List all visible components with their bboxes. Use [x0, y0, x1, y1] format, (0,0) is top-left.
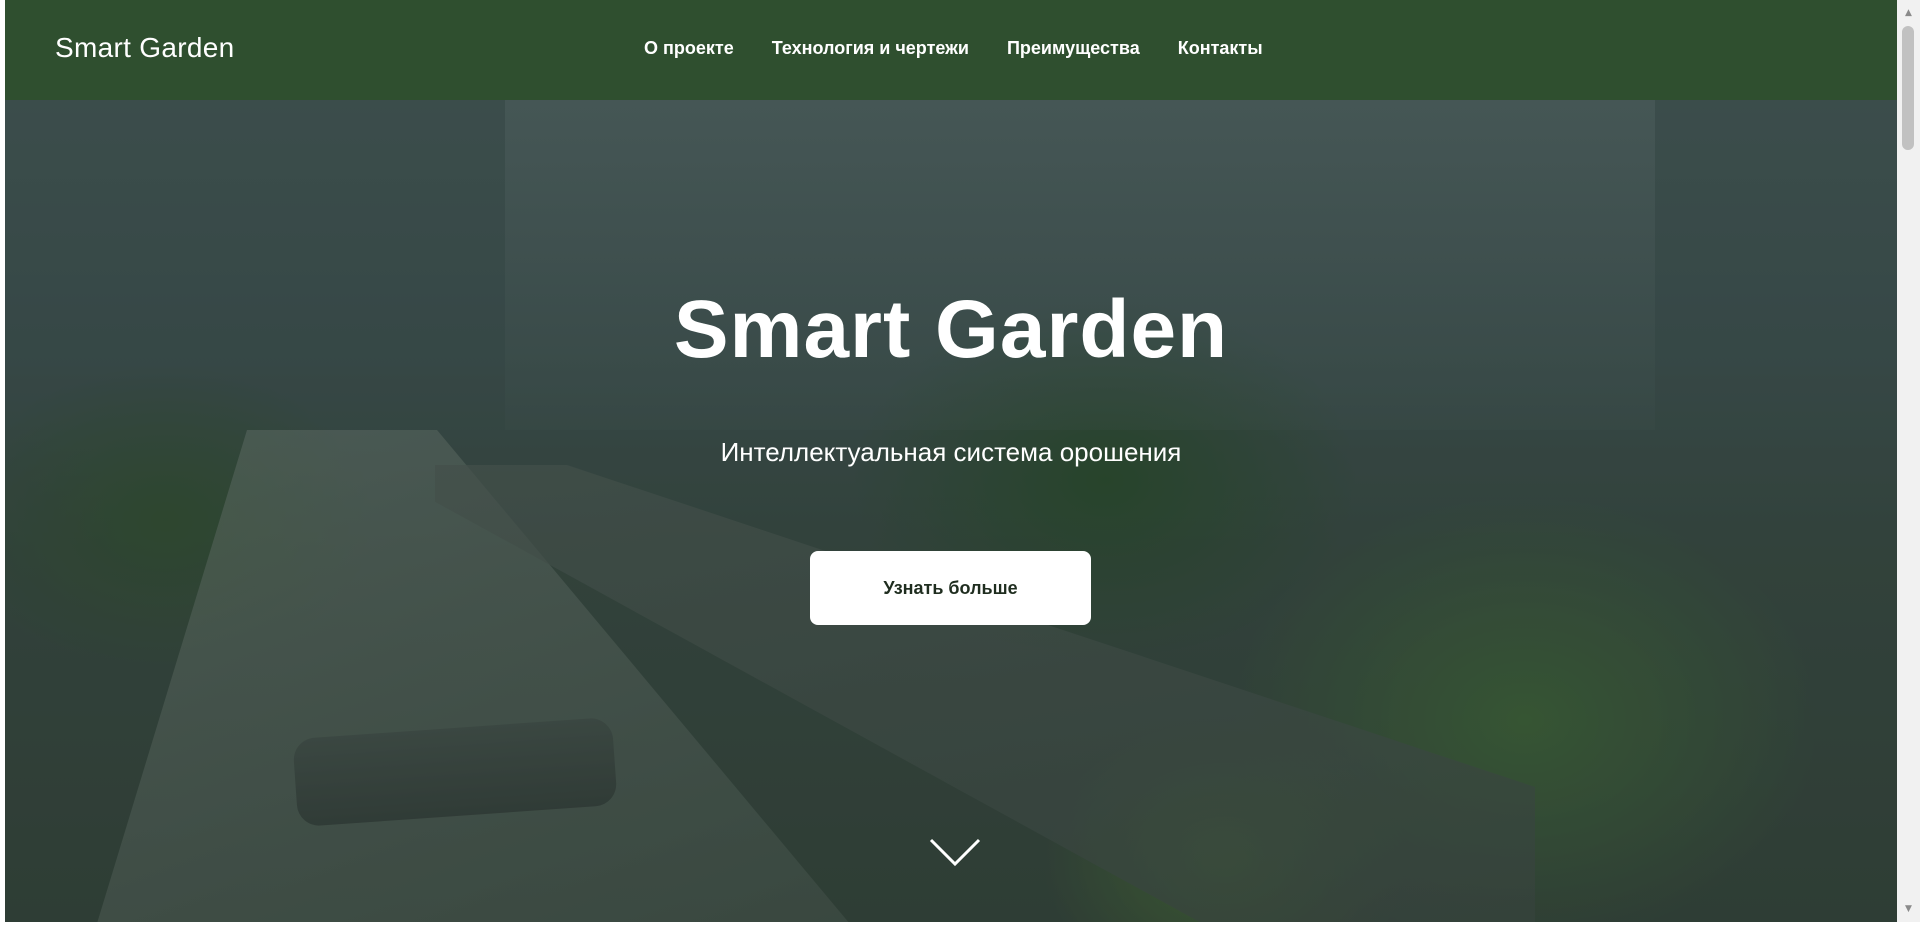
scrollbar-thumb[interactable] [1902, 26, 1914, 150]
hero-title: Smart Garden [673, 284, 1229, 375]
learn-more-button[interactable]: Узнать больше [810, 551, 1091, 625]
nav-links: О проекте Технология и чертежи Преимущес… [644, 38, 1301, 59]
top-navbar: Smart Garden О проекте Технология и черт… [5, 0, 1897, 100]
hero-dark-overlay [5, 100, 1897, 922]
brand-logo-link[interactable]: Smart Garden [55, 32, 234, 64]
vertical-scrollbar[interactable]: ▲ ▼ [1897, 0, 1920, 922]
nav-link-contacts[interactable]: Контакты [1178, 38, 1263, 59]
page-viewport: Smart Garden О проекте Технология и черт… [5, 0, 1897, 922]
hero-section [5, 100, 1897, 922]
nav-link-advantages[interactable]: Преимущества [1007, 38, 1140, 59]
hero-subtitle: Интеллектуальная система орошения [720, 437, 1182, 467]
scroll-down-arrow-icon[interactable]: ▼ [1897, 900, 1920, 918]
scroll-up-arrow-icon[interactable]: ▲ [1897, 4, 1920, 22]
chevron-down-icon[interactable] [929, 838, 981, 868]
bottom-edge [0, 922, 1920, 927]
nav-link-technology[interactable]: Технология и чертежи [772, 38, 969, 59]
nav-link-about[interactable]: О проекте [644, 38, 734, 59]
